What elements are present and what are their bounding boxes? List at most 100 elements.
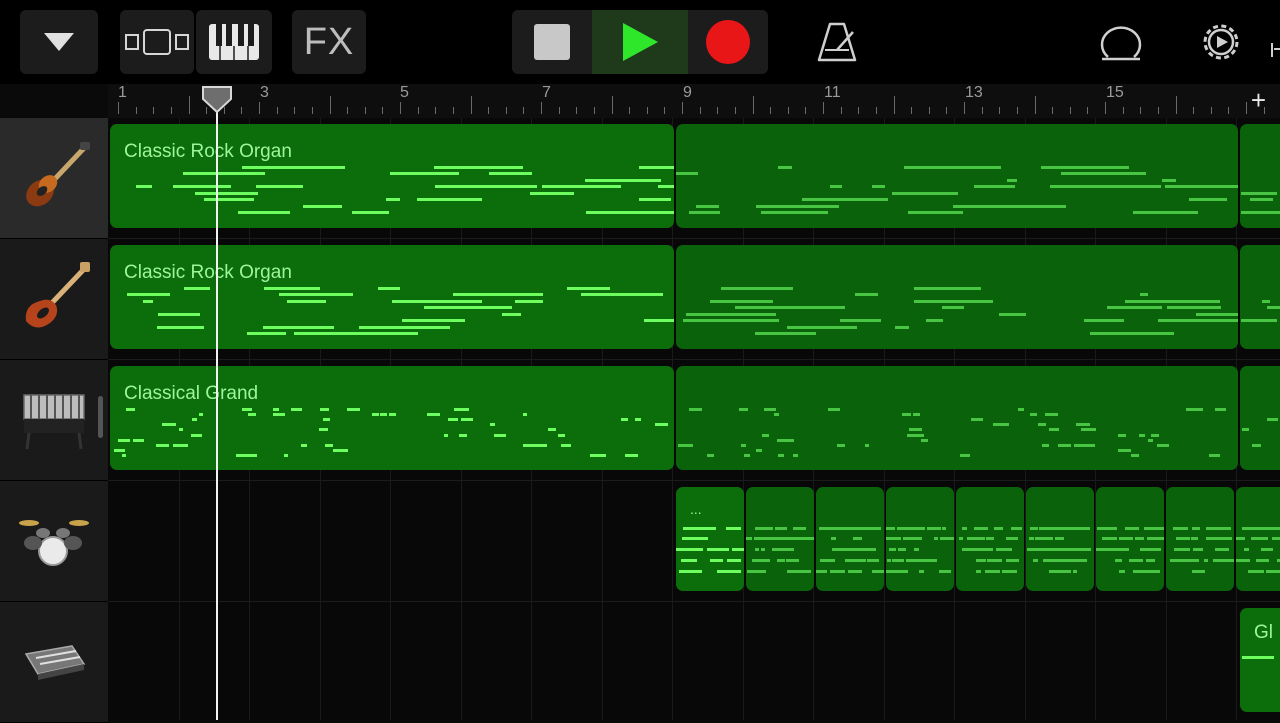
playhead-handle[interactable] xyxy=(201,85,233,115)
track-list-scrollbar[interactable] xyxy=(98,396,103,438)
region-classic-rock-organ[interactable]: Classic Rock Organ xyxy=(110,124,674,228)
region-classical-grand-loop[interactable] xyxy=(676,366,1238,470)
region-drums-loop[interactable] xyxy=(1096,487,1164,591)
track-lane-5[interactable] xyxy=(108,602,1280,720)
region-classic-rock-organ[interactable]: Classic Rock Organ xyxy=(110,245,674,349)
midi-note xyxy=(1058,527,1071,530)
loop-browser-button[interactable] xyxy=(1086,10,1156,74)
midi-note xyxy=(1193,548,1203,551)
region-classic-rock-organ-loop[interactable] xyxy=(676,245,1238,349)
ruler-tick xyxy=(717,107,719,114)
ruler-tick xyxy=(276,107,278,114)
metronome-button[interactable] xyxy=(800,10,874,74)
midi-note xyxy=(183,172,257,175)
midi-note xyxy=(1147,537,1152,540)
region-drums-loop[interactable] xyxy=(1236,487,1280,591)
region-keyboard[interactable]: Gl xyxy=(1240,608,1280,712)
midi-note xyxy=(1267,418,1278,421)
ruler-tick xyxy=(1087,107,1089,114)
track-header-4[interactable] xyxy=(0,481,108,602)
midi-note xyxy=(942,306,964,309)
midi-note xyxy=(695,537,701,540)
midi-note xyxy=(1174,548,1189,551)
region-classical-grand[interactable]: Classical Grand xyxy=(110,366,674,470)
region-drums-loop[interactable] xyxy=(886,487,954,591)
track-header-3[interactable] xyxy=(0,360,108,481)
midi-note xyxy=(1217,537,1232,540)
instrument-keyboard-button[interactable] xyxy=(196,10,272,74)
midi-note xyxy=(1073,527,1082,530)
midi-note xyxy=(1242,428,1249,431)
stop-icon xyxy=(534,24,570,60)
region-classic-rock-organ-loop[interactable] xyxy=(1240,245,1280,349)
region-label: ... xyxy=(690,501,702,517)
region-classic-rock-organ-loop[interactable] xyxy=(676,124,1238,228)
midi-note xyxy=(325,444,333,447)
bar-label: 3 xyxy=(260,84,269,101)
ruler-tick xyxy=(452,107,454,114)
midi-note xyxy=(714,548,729,551)
midi-note xyxy=(199,413,203,416)
region-classic-rock-organ-loop[interactable] xyxy=(1240,124,1280,228)
tracks-view-button[interactable] xyxy=(120,10,194,74)
tracks-area[interactable]: Classic Rock Organ Classic Rock Organ Cl… xyxy=(108,118,1280,720)
midi-note xyxy=(1140,548,1148,551)
midi-note xyxy=(459,434,467,437)
add-section-button[interactable]: + xyxy=(1251,85,1266,116)
stop-button[interactable] xyxy=(512,10,592,74)
track-header-1[interactable] xyxy=(0,118,108,239)
midi-note xyxy=(1081,428,1096,431)
midi-note xyxy=(173,444,188,447)
midi-note xyxy=(639,198,671,201)
midi-note xyxy=(830,185,842,188)
midi-note xyxy=(762,434,769,437)
loop-icon xyxy=(1100,26,1142,61)
midi-note xyxy=(1196,313,1238,316)
midi-note xyxy=(156,444,169,447)
region-drums-loop[interactable] xyxy=(746,487,814,591)
midi-note xyxy=(914,287,949,290)
midi-note xyxy=(1056,570,1066,573)
midi-note xyxy=(747,570,756,573)
midi-note xyxy=(940,570,948,573)
midi-note xyxy=(1074,185,1161,188)
midi-note xyxy=(319,428,328,431)
region-drums-loop[interactable] xyxy=(1026,487,1094,591)
midi-note xyxy=(625,454,638,457)
track-header-5[interactable] xyxy=(0,602,108,723)
midi-note xyxy=(921,439,928,442)
record-button[interactable] xyxy=(688,10,768,74)
midi-note xyxy=(780,548,785,551)
midi-note xyxy=(686,313,776,316)
midi-note xyxy=(1244,548,1249,551)
midi-note xyxy=(1140,293,1148,296)
midi-note xyxy=(1256,570,1264,573)
region-drums[interactable]: ... xyxy=(676,487,744,591)
ruler-tick xyxy=(1157,107,1159,114)
settings-button[interactable] xyxy=(1186,10,1256,74)
midi-note xyxy=(1107,306,1137,309)
ruler-tick xyxy=(417,107,419,114)
midi-note xyxy=(703,537,708,540)
midi-note xyxy=(585,179,661,182)
midi-note xyxy=(515,300,543,303)
region-label: Classic Rock Organ xyxy=(124,141,292,162)
region-classical-grand-loop[interactable] xyxy=(1240,366,1280,470)
midi-note xyxy=(234,198,254,201)
region-drums-loop[interactable] xyxy=(1166,487,1234,591)
timeline-ruler[interactable]: 1 3 5 7 9 11 13 15 + xyxy=(108,84,1280,119)
fx-button[interactable]: FX xyxy=(292,10,366,74)
midi-note xyxy=(925,559,936,562)
region-drums-loop[interactable] xyxy=(956,487,1024,591)
ruler-tick xyxy=(629,107,631,114)
track-header-2[interactable] xyxy=(0,239,108,360)
help-icon[interactable] xyxy=(1270,40,1280,60)
midi-note xyxy=(709,527,713,530)
play-button[interactable] xyxy=(592,10,688,74)
midi-note xyxy=(962,527,967,530)
midi-note xyxy=(996,548,1010,551)
midi-note xyxy=(987,548,993,551)
midi-note xyxy=(434,166,474,169)
my-songs-dropdown-button[interactable] xyxy=(20,10,98,74)
region-drums-loop[interactable] xyxy=(816,487,884,591)
